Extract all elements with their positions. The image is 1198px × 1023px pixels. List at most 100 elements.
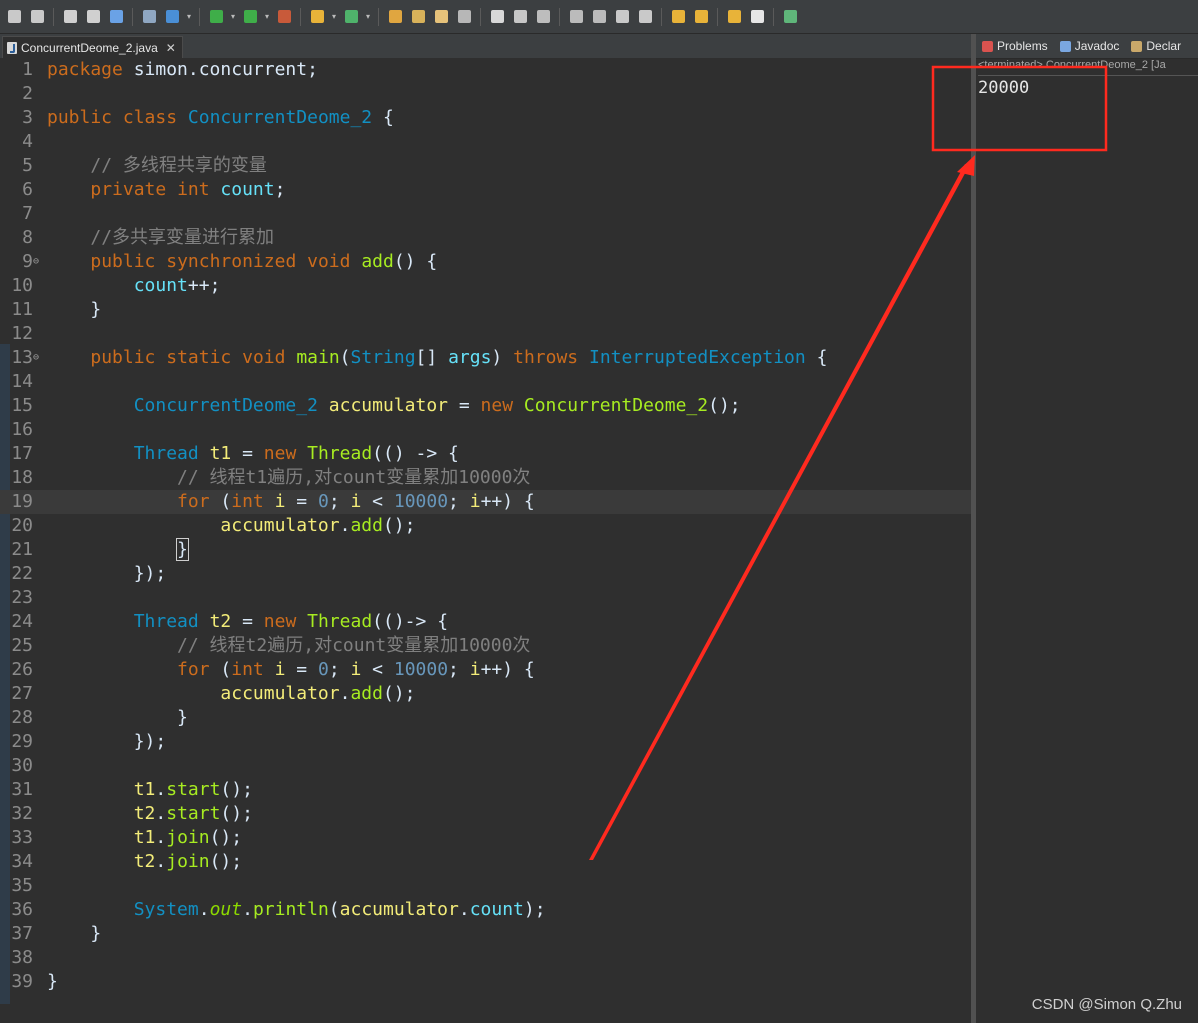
external-tools-icon[interactable] (274, 7, 294, 27)
brush-icon[interactable] (487, 7, 507, 27)
refresh-icon[interactable] (341, 7, 361, 27)
forward-edit-icon[interactable] (691, 7, 711, 27)
open-type-icon-glyph (388, 10, 402, 23)
fold-toggle-icon[interactable]: ⊖ (33, 346, 39, 370)
code-line[interactable]: 19 for (int i = 0; i < 10000; i++) { (0, 490, 971, 514)
dropdown-arrow-icon[interactable]: ▾ (330, 12, 338, 21)
back-icon[interactable] (724, 7, 744, 27)
code-line[interactable]: 1 package simon.concurrent; (0, 58, 971, 82)
search-file-icon[interactable] (454, 7, 474, 27)
fold-toggle-icon[interactable]: ⊖ (33, 250, 39, 274)
code-line[interactable]: 10 count++; (0, 274, 971, 298)
code-token: 10000 (393, 659, 449, 680)
new-window-icon[interactable] (780, 7, 800, 27)
close-icon[interactable]: ✕ (166, 41, 176, 55)
save-all-icon[interactable] (27, 7, 47, 27)
code-line[interactable]: 29 }); (0, 730, 971, 754)
code-line[interactable]: 27 accumulator.add(); (0, 682, 971, 706)
code-token: 10000 (393, 491, 449, 512)
code-line[interactable]: 34 t2.join(); (0, 850, 971, 874)
panel-tab-declar[interactable]: Declar (1125, 39, 1187, 53)
code-token: (() -> { (372, 443, 459, 464)
code-line[interactable]: 24 Thread t2 = new Thread(()-> { (0, 610, 971, 634)
code-line[interactable]: 11 } (0, 298, 971, 322)
paragraph-icon[interactable] (589, 7, 609, 27)
code-line[interactable]: 14 (0, 370, 971, 394)
line-number: 37 (11, 923, 33, 944)
code-line[interactable]: 26 for (int i = 0; i < 10000; i++) { (0, 658, 971, 682)
line-number: 3 (22, 107, 33, 128)
history-icon[interactable] (533, 7, 553, 27)
code-line[interactable]: 33 t1.join(); (0, 826, 971, 850)
new-class-icon[interactable] (307, 7, 327, 27)
debug-icon[interactable] (162, 7, 182, 27)
code-token: // 多线程共享的变量 (90, 155, 267, 176)
search-icon[interactable] (139, 7, 159, 27)
code-line[interactable]: 3 public class ConcurrentDeome_2 { (0, 106, 971, 130)
editor-tab[interactable]: ConcurrentDeome_2.java ✕ (2, 36, 183, 58)
code-line[interactable]: 8 //多共享变量进行累加 (0, 226, 971, 250)
code-line[interactable]: 32 t2.start(); (0, 802, 971, 826)
annotation-icon[interactable] (510, 7, 530, 27)
code-line[interactable]: 20 accumulator.add(); (0, 514, 971, 538)
dropdown-arrow-icon[interactable]: ▾ (185, 12, 193, 21)
code-line[interactable]: 9 ⊖ public synchronized void add() { (0, 250, 971, 274)
code-line[interactable]: 5 // 多线程共享的变量 (0, 154, 971, 178)
panel-tab-problems[interactable]: Problems (976, 39, 1054, 53)
line-number: 18 (11, 467, 33, 488)
line-number: 29 (11, 731, 33, 752)
code-line[interactable]: 35 (0, 874, 971, 898)
code-line[interactable]: 12 (0, 322, 971, 346)
line-number: 20 (11, 515, 33, 536)
code-line[interactable]: 23 (0, 586, 971, 610)
code-line[interactable]: 21 } (0, 538, 971, 562)
code-line[interactable]: 17 Thread t1 = new Thread(() -> { (0, 442, 971, 466)
markup-icon[interactable] (566, 7, 586, 27)
code-line[interactable]: 16 (0, 418, 971, 442)
pen-icon[interactable] (431, 7, 451, 27)
code-line[interactable]: 4 (0, 130, 971, 154)
outline-icon[interactable] (106, 7, 126, 27)
dropdown-arrow-icon[interactable]: ▾ (263, 12, 271, 21)
code-line[interactable]: 13 ⊖ public static void main(String[] arg… (0, 346, 971, 370)
code-token: ; (274, 179, 286, 200)
code-editor[interactable]: 1 package simon.concurrent; 2 3 public class… (0, 58, 971, 1023)
forward-icon[interactable] (747, 7, 767, 27)
code-line[interactable]: 37 } (0, 922, 971, 946)
code-line[interactable]: 30 (0, 754, 971, 778)
code-line[interactable]: 39} (0, 970, 971, 994)
code-line[interactable]: 15 ConcurrentDeome_2 accumulator = new C… (0, 394, 971, 418)
code-line[interactable]: 2 (0, 82, 971, 106)
open-type-icon[interactable] (385, 7, 405, 27)
dropdown-arrow-icon[interactable]: ▾ (364, 12, 372, 21)
code-token: new (263, 443, 297, 464)
code-line[interactable]: 6 private int count; (0, 178, 971, 202)
save-icon[interactable] (4, 7, 24, 27)
run-icon[interactable] (206, 7, 226, 27)
code-token: for (177, 659, 210, 680)
undo-icon[interactable] (60, 7, 80, 27)
code-token: 0 (317, 491, 329, 512)
pin-icon[interactable] (612, 7, 632, 27)
coverage-icon[interactable] (240, 7, 260, 27)
toggle-icon[interactable] (635, 7, 655, 27)
redo-icon[interactable] (83, 7, 103, 27)
code-token: = (448, 395, 481, 416)
code-line[interactable]: 28 } (0, 706, 971, 730)
code-line[interactable]: 31 t1.start(); (0, 778, 971, 802)
code-line[interactable]: 36 System.out.println(accumulator.count)… (0, 898, 971, 922)
code-text: // 线程t2遍历,对count变量累加10000次 (47, 634, 530, 658)
code-token: (); (220, 779, 253, 800)
new-window-icon-glyph (783, 10, 797, 23)
code-line[interactable]: 22 }); (0, 562, 971, 586)
code-line[interactable]: 18 // 线程t1遍历,对count变量累加10000次 (0, 466, 971, 490)
code-line[interactable]: 38 (0, 946, 971, 970)
open-resource-icon[interactable] (408, 7, 428, 27)
dropdown-arrow-icon[interactable]: ▾ (229, 12, 237, 21)
panel-tab-javadoc[interactable]: Javadoc (1054, 39, 1126, 53)
code-line[interactable]: 7 (0, 202, 971, 226)
back-edit-icon[interactable] (668, 7, 688, 27)
code-line[interactable]: 25 // 线程t2遍历,对count变量累加10000次 (0, 634, 971, 658)
